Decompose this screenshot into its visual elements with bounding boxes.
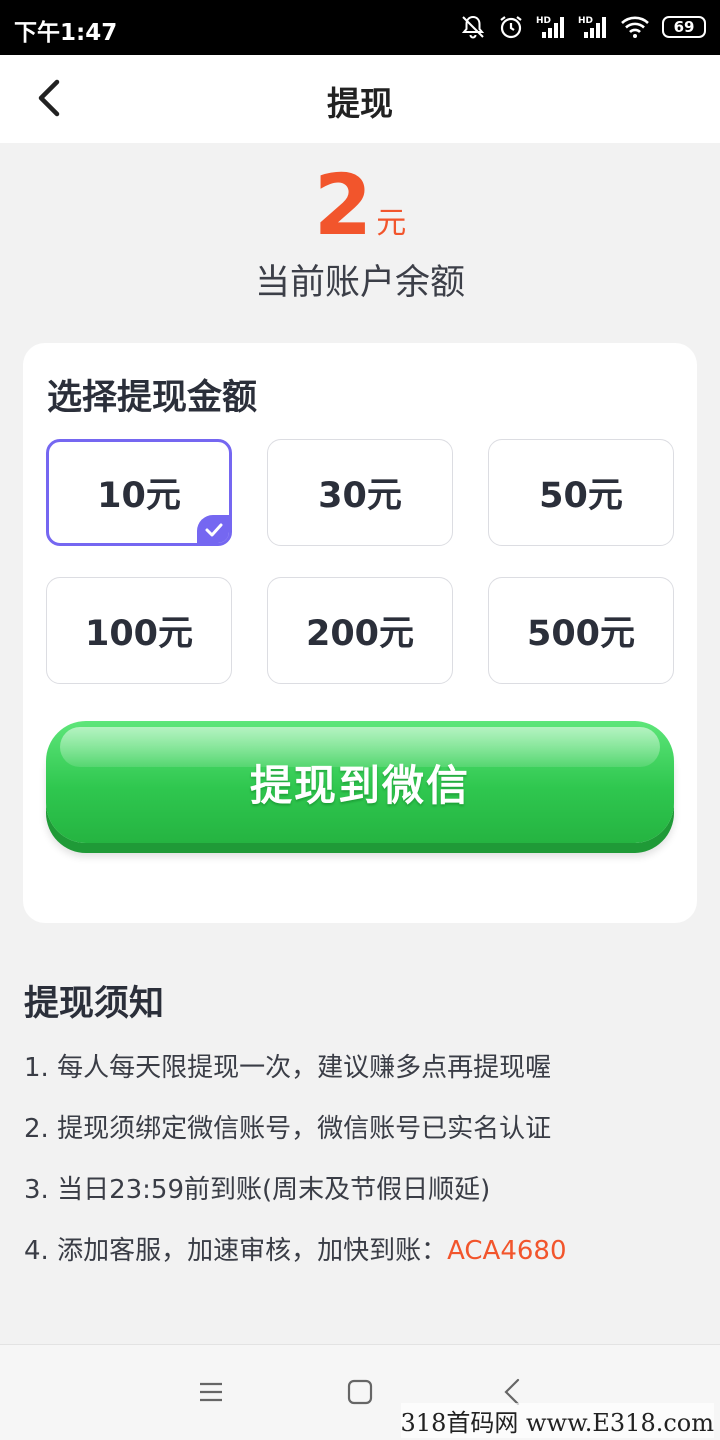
amount-option-label: 30元 [318,476,402,516]
amount-option-500[interactable]: 500元 [488,577,674,684]
network-1-label: HD [536,16,551,26]
page-title: 提现 [327,84,393,123]
notice-item: 4. 添加客服，加速审核，加快到账：ACA4680 [24,1227,704,1288]
signal-icon: HD [536,14,566,40]
service-code[interactable]: ACA4680 [447,1236,566,1266]
amount-card: 选择提现金额 10元 30元 50元 100元 200元 500元 提现到微信 [23,343,697,923]
watermark: 318首码网 www.E318.com [400,1403,714,1438]
battery-level: 69 [673,18,695,36]
balance-amount-line: 2 元 [0,160,720,250]
amount-option-10[interactable]: 10元 [46,439,232,546]
amount-card-title: 选择提现金额 [47,378,258,418]
notice-item-text: 4. 添加客服，加速审核，加快到账： [24,1236,448,1266]
balance-label: 当前账户余额 [254,263,465,303]
amount-option-100[interactable]: 100元 [46,577,232,684]
alarm-icon [498,14,524,40]
battery-icon: 69 [662,16,706,38]
amount-option-label: 200元 [305,614,415,654]
signal-icon: HD [578,14,608,40]
notice-item: 2. 提现须绑定微信账号，微信账号已实名认证 [24,1114,552,1144]
notice-title: 提现须知 [24,984,165,1024]
status-icons: HD HD 69 [460,12,706,42]
bell-off-icon [460,14,486,40]
amount-option-30[interactable]: 30元 [267,439,453,546]
withdraw-notice: 提现须知 1. 每人每天限提现一次，建议赚多点再提现喔 2. 提现须绑定微信账号… [24,975,704,1288]
status-bar: 下午1:47 HD HD 69 [0,0,720,55]
network-2-label: HD [578,16,593,26]
amount-option-label: 10元 [97,476,181,516]
amount-option-50[interactable]: 50元 [488,439,674,546]
check-icon [197,515,229,543]
wifi-icon [620,15,650,39]
balance-unit: 元 [376,206,407,241]
amount-option-label: 500元 [526,614,636,654]
withdraw-to-wechat-button[interactable]: 提现到微信 [46,721,674,843]
notice-item: 3. 当日23:59前到账(周末及节假日顺延) [24,1175,491,1205]
withdraw-button-label: 提现到微信 [249,760,470,810]
balance-section: 2 元 当前账户余额 [0,160,720,305]
system-nav-bar: 318首码网 www.E318.com [0,1344,720,1440]
menu-icon[interactable] [196,1377,226,1407]
notice-item: 1. 每人每天限提现一次，建议赚多点再提现喔 [24,1053,552,1083]
status-time: 下午1:47 [14,20,118,46]
amount-option-label: 50元 [539,476,623,516]
amount-option-label: 100元 [84,614,194,654]
home-icon[interactable] [345,1377,375,1407]
balance-amount: 2 [313,156,373,254]
app-header: 提现 [0,55,720,143]
amount-option-200[interactable]: 200元 [267,577,453,684]
